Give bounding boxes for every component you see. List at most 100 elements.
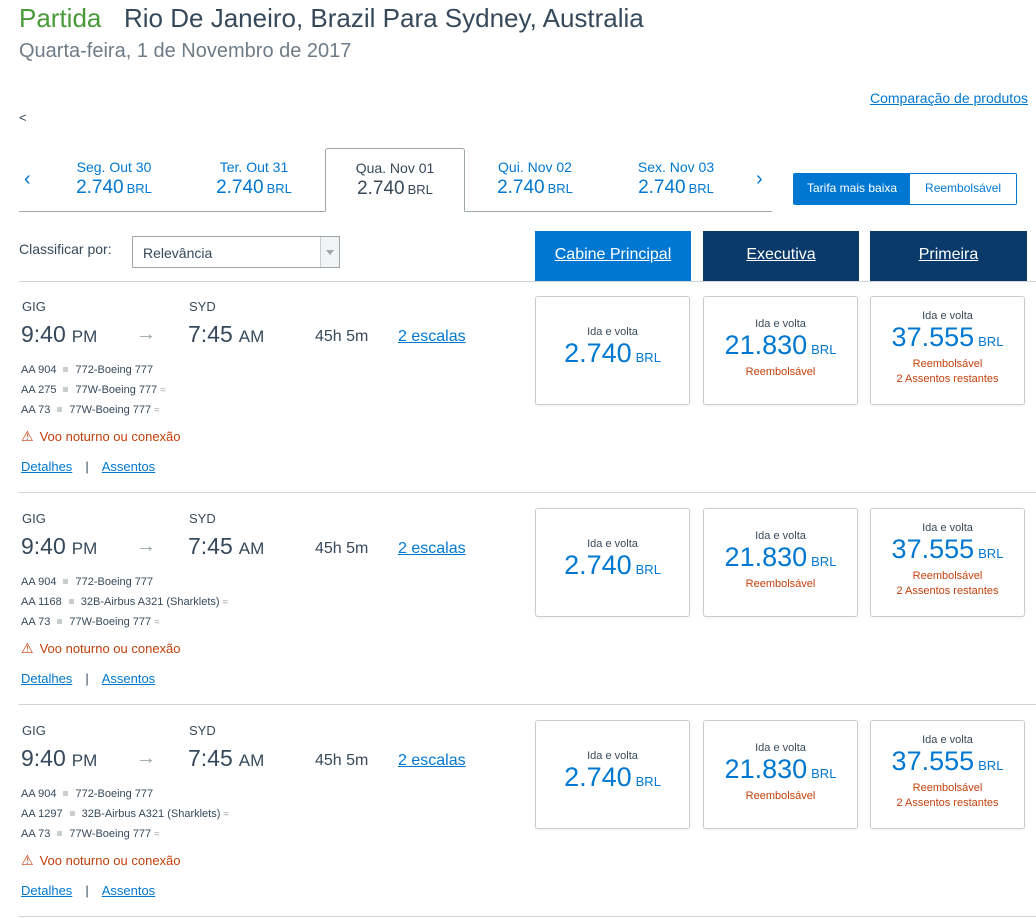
departure-ampm: PM [71,327,98,346]
back-link[interactable]: < [19,110,27,125]
flight-segment: AA 904 772-Boeing 777 [21,364,153,376]
details-link[interactable]: Detalhes [21,671,72,686]
fare-card-business[interactable]: Ida e volta 21.830 BRL Reembolsável [703,296,858,405]
arrival-ampm: AM [238,327,265,346]
segment-aircraft: 77W-Boeing 777 [75,384,158,396]
fare-card-first[interactable]: Ida e volta 37.555 BRL Reembolsável 2 Assent… [870,296,1025,405]
fare-currency: BRL [811,554,837,569]
compare-products-link[interactable]: Comparação de produtos [870,90,1028,106]
segment-flight-number: AA 73 [21,404,51,416]
segment-flight-number: AA 1168 [21,596,62,608]
square-bullet-icon [63,367,69,372]
fare-note: 2 Assentos restantes [896,797,999,809]
flight-segment: AA 73 77W-Boeing 777 ≈ [21,616,160,628]
date-tab-amount: 2.740 [357,178,405,199]
date-tab-price: 2.740 BRL [44,177,184,199]
date-tab-currency: BRL [266,181,292,196]
fare-amount: 2.740 [564,338,632,368]
fare-card-first[interactable]: Ida e volta 37.555 BRL Reembolsável 2 Assent… [870,508,1025,617]
origin-code: GIG [22,723,46,738]
next-date-chevron-icon[interactable]: › [756,168,763,191]
fare-card-main[interactable]: Ida e volta 2.740 BRL [535,508,690,617]
fare-note: Reembolsável [912,782,983,794]
date-tab[interactable]: Seg. Out 30 2.740 BRL [44,148,184,210]
fare-card-business[interactable]: Ida e volta 21.830 BRL Reembolsável [703,508,858,617]
segment-flight-number: AA 275 [21,384,57,396]
fare-price: 21.830 BRL [704,330,857,365]
segment-aircraft: 77W-Boeing 777 [69,404,152,416]
fare-note: Reembolsável [745,790,816,802]
tab-first[interactable]: Primeira [870,231,1027,281]
date-tab-currency: BRL [126,181,152,196]
fare-card-first[interactable]: Ida e volta 37.555 BRL Reembolsável 2 Assent… [870,720,1025,829]
stops-link[interactable]: 2 escalas [398,540,466,558]
sort-select[interactable]: Relevância [132,236,340,268]
date-tab[interactable]: Sex. Nov 03 2.740 BRL [606,148,746,210]
destination-code: SYD [189,511,216,526]
seats-link[interactable]: Assentos [102,883,155,898]
date-tab[interactable]: Qui. Nov 02 2.740 BRL [465,148,605,210]
warning-icon: ⚠ [21,428,34,444]
fare-card-main[interactable]: Ida e volta 2.740 BRL [535,720,690,829]
details-link[interactable]: Detalhes [21,883,72,898]
warning-text: Voo noturno ou conexão [39,429,181,444]
fare-type: Ida e volta [755,318,806,330]
fare-amount: 37.555 [891,322,975,352]
flight-row: GIG SYD 9:40 PM → 7:45 AM 45h 5m 2 escalas AA 904… [0,281,1036,493]
date-tab[interactable]: Ter. Out 31 2.740 BRL [184,148,324,210]
fare-card-business[interactable]: Ida e volta 21.830 BRL Reembolsável [703,720,858,829]
stops-link[interactable]: 2 escalas [398,752,466,770]
row-divider [19,916,1036,917]
seats-link[interactable]: Assentos [102,671,155,686]
departure-clock: 9:40 [21,745,66,771]
fare-amount: 21.830 [724,330,808,360]
departure-time: 9:40 PM [21,533,97,560]
refundable-option[interactable]: Reembolsável [910,174,1017,204]
fare-type: Ida e volta [587,538,638,550]
fare-type: Ida e volta [922,310,973,322]
departure-time: 9:40 PM [21,745,97,772]
warning-icon: ⚠ [21,852,34,868]
warning-text: Voo noturno ou conexão [39,853,181,868]
prev-date-chevron-icon[interactable]: ‹ [24,168,31,191]
seats-link[interactable]: Assentos [102,459,155,474]
details-link[interactable]: Detalhes [21,459,72,474]
square-bullet-icon [63,579,69,584]
fare-price: 21.830 BRL [704,542,857,577]
departure-clock: 9:40 [21,321,66,347]
fare-note: Reembolsável [745,366,816,378]
lowest-fare-option[interactable]: Tarifa mais baixa [794,174,911,204]
segment-aircraft: 32B-Airbus A321 (Sharklets) [81,808,221,820]
square-bullet-icon [57,831,63,836]
square-bullet-icon [69,811,75,816]
date-tab-label: Ter. Out 31 [219,159,289,175]
fare-note: Reembolsável [745,578,816,590]
arrival-time: 7:45 AM [188,745,264,772]
tab-main-cabin[interactable]: Cabine Principal [535,231,691,281]
fare-currency: BRL [978,758,1004,773]
flight-duration: 45h 5m [315,752,369,769]
departure-clock: 9:40 [21,533,66,559]
tab-business[interactable]: Executiva [703,231,859,281]
wifi-icon: ≈ [222,597,229,608]
travel-date: Quarta-feira, 1 de Novembro de 2017 [19,40,352,62]
flight-duration: 45h 5m [315,540,369,557]
link-separator: | [85,459,89,474]
fare-amount: 2.740 [564,550,632,580]
stops-link[interactable]: 2 escalas [398,328,466,346]
overnight-warning: ⚠ Voo noturno ou conexão [21,640,181,657]
fare-currency: BRL [635,350,661,365]
fare-currency: BRL [811,342,837,357]
arrival-clock: 7:45 [188,745,233,771]
date-tab-price: 2.740 BRL [184,177,324,199]
fare-currency: BRL [811,766,837,781]
wifi-icon: ≈ [154,617,160,628]
date-tab[interactable]: Qua. Nov 01 2.740 BRL [325,148,465,212]
fare-type: Ida e volta [587,326,638,338]
segment-aircraft: 772-Boeing 777 [75,788,154,800]
flight-segment: AA 904 772-Boeing 777 [21,576,153,588]
chevron-down-icon [320,237,339,267]
fare-card-main[interactable]: Ida e volta 2.740 BRL [535,296,690,405]
page-label: Partida [19,3,102,33]
fare-type-toggle: Tarifa mais baixa Reembolsável [793,173,1018,205]
